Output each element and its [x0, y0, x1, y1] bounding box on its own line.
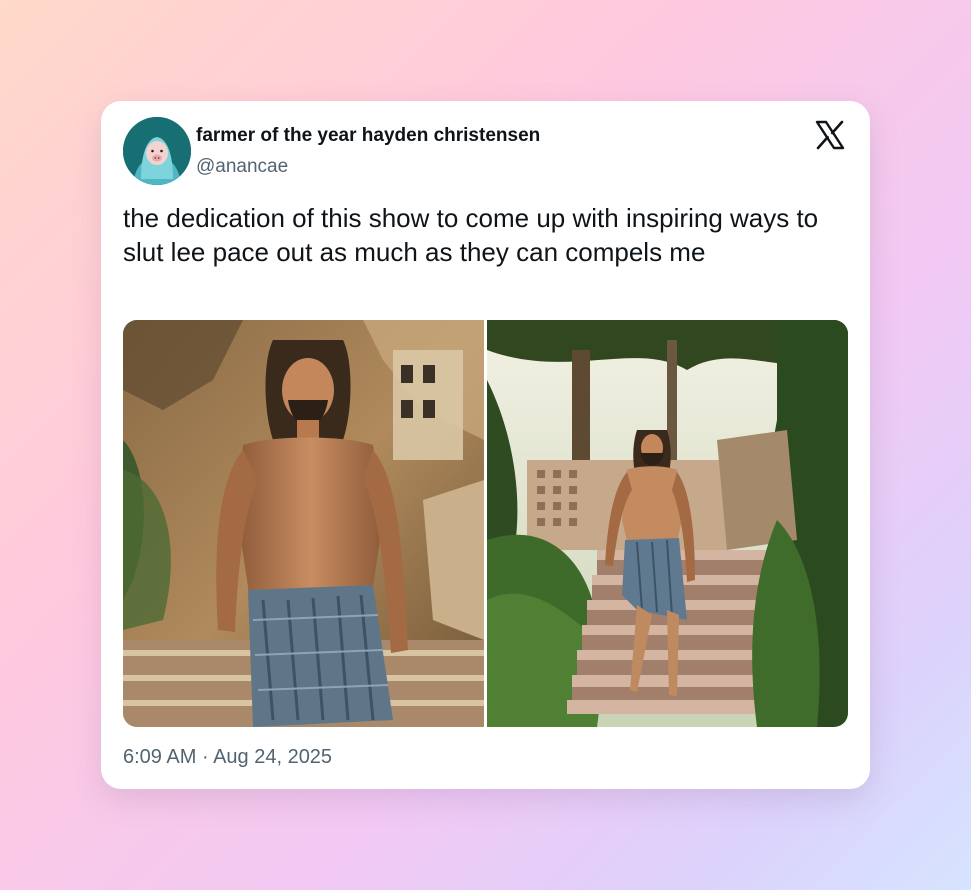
photo-man-stone-steps[interactable]: [123, 320, 484, 727]
x-logo-icon[interactable]: [814, 119, 846, 151]
user-handle[interactable]: @anancae: [196, 156, 288, 178]
tweet-time[interactable]: 6:09 AM: [123, 746, 196, 768]
timestamp-separator: ·: [196, 746, 214, 768]
tweet-text: the dedication of this show to come up w…: [123, 203, 819, 267]
tweet-date[interactable]: Aug 24, 2025: [213, 746, 332, 768]
tweet-timestamp: 6:09 AM · Aug 24, 2025: [123, 746, 332, 769]
photo-man-garden-stairs[interactable]: [487, 320, 848, 727]
tweet-card: farmer of the year hayden christensen @a…: [101, 101, 870, 789]
display-name[interactable]: farmer of the year hayden christensen: [196, 125, 540, 147]
media-grid: [123, 320, 848, 727]
avatar-image: [123, 117, 191, 185]
avatar[interactable]: [123, 117, 191, 185]
